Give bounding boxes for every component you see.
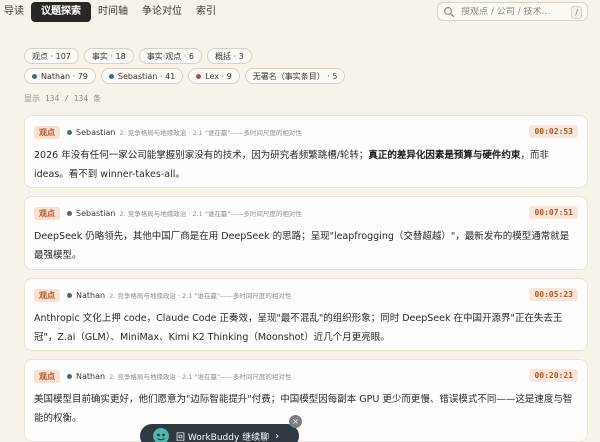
back-to-workbuddy-button[interactable]: 回 WorkBuddy 继续聊 › <box>140 424 299 442</box>
author-dot <box>32 73 37 79</box>
author-dot <box>67 292 72 298</box>
author-name[interactable]: Nathan <box>76 291 105 300</box>
chevron-right-icon: › <box>275 430 280 442</box>
topic-path: 2. 竞争格局与地缘政治 · 2.1 "谁在赢"——多时间尺度的相对性 <box>119 210 302 218</box>
claim-card: 观点 Sebastian 2. 竞争格局与地缘政治 · 2.1 "谁在赢"——多… <box>24 115 588 188</box>
timestamp-link[interactable]: 00:20:21 <box>529 369 578 382</box>
claim-card: 观点 Nathan 2. 竞争格局与地缘政治 · 2.1 "谁在赢"——多时间尺… <box>24 359 588 442</box>
type-badge: 观点 <box>34 369 60 383</box>
tab-topic-explore[interactable]: 议题探索 <box>31 2 91 22</box>
timestamp-link[interactable]: 00:02:53 <box>529 125 578 138</box>
filter-chip-sebastian[interactable]: Sebastian · 41 <box>100 68 184 84</box>
search-icon <box>444 6 455 17</box>
topic-path: 2. 竞争格局与地缘政治 · 2.1 "谁在赢"——多时间尺度的相对性 <box>109 373 292 381</box>
search-input[interactable] <box>461 6 561 17</box>
type-badge: 观点 <box>34 288 60 302</box>
author-filter-row: Nathan · 79 Sebastian · 41 Lex · 9 无署名（事… <box>24 68 346 84</box>
filter-chip-fact[interactable]: 事实 · 18 <box>83 48 134 64</box>
author-name[interactable]: Sebastian <box>76 128 115 137</box>
chip-label: Nathan · 79 <box>41 71 88 81</box>
timestamp-link[interactable]: 00:07:51 <box>529 206 578 219</box>
chip-label: Sebastian · 41 <box>117 71 176 81</box>
tab-guide[interactable]: 导读 <box>0 2 31 22</box>
card-header: 观点 Sebastian 2. 竞争格局与地缘政治 · 2.1 "谁在赢"——多… <box>34 206 302 220</box>
filter-chip-lex[interactable]: Lex · 9 <box>188 68 240 84</box>
tab-debate[interactable]: 争论对位 <box>135 2 189 22</box>
timestamp-link[interactable]: 00:05:23 <box>529 288 578 301</box>
claim-card: 观点 Nathan 2. 竞争格局与地缘政治 · 2.1 "谁在赢"——多时间尺… <box>24 278 588 351</box>
author-name[interactable]: Sebastian <box>76 209 115 218</box>
author-dot <box>67 129 72 135</box>
card-text: DeepSeek 仍略领先，其他中国厂商是在用 DeepSeek 的思路；呈现"… <box>34 231 570 261</box>
result-count: 显示 134 / 134 条 <box>24 94 101 103</box>
type-filter-row: 观点 · 107 事实 · 18 事实·观点 · 6 概括 · 3 <box>24 48 252 64</box>
topic-path: 2. 竞争格局与地缘政治 · 2.1 "谁在赢"——多时间尺度的相对性 <box>109 292 292 300</box>
search-box[interactable]: / <box>437 2 588 21</box>
card-text: Anthropic 文化上押 code，Claude Code 正奏效，呈现"最… <box>34 313 563 343</box>
tab-index[interactable]: 索引 <box>189 2 223 22</box>
filter-chip-summary[interactable]: 概括 · 3 <box>206 48 252 64</box>
filter-chip-opinion[interactable]: 观点 · 107 <box>24 48 79 64</box>
filter-chip-unsigned[interactable]: 无署名（事实条目） · 5 <box>244 68 346 84</box>
filter-chip-fact-opinion[interactable]: 事实·观点 · 6 <box>138 48 202 64</box>
highlight-text: 真正的差异化因素是预算与硬件约束 <box>368 150 521 161</box>
close-icon[interactable]: × <box>289 415 302 428</box>
chip-label: Lex · 9 <box>205 71 232 81</box>
type-badge: 观点 <box>34 125 60 139</box>
card-text: 2026 年没有任何一家公司能掌握别家没有的技术，因为研究者频繁跳槽/轮转；真正… <box>34 150 549 180</box>
author-dot <box>67 210 72 216</box>
claim-card: 观点 Sebastian 2. 竞争格局与地缘政治 · 2.1 "谁在赢"——多… <box>24 196 588 270</box>
card-header: 观点 Sebastian 2. 竞争格局与地缘政治 · 2.1 "谁在赢"——多… <box>34 125 302 139</box>
author-dot <box>196 73 202 79</box>
search-shortcut-key: / <box>571 6 582 19</box>
topic-path: 2. 竞争格局与地缘政治 · 2.1 "谁在赢"——多时间尺度的相对性 <box>119 129 302 137</box>
type-badge: 观点 <box>34 206 60 220</box>
tab-timeline[interactable]: 时间轴 <box>91 2 135 22</box>
author-dot <box>67 373 72 379</box>
card-header: 观点 Nathan 2. 竞争格局与地缘政治 · 2.1 "谁在赢"——多时间尺… <box>34 288 291 302</box>
filter-chip-nathan[interactable]: Nathan · 79 <box>24 68 96 84</box>
card-text: 美国模型目前确实更好，他们愿意为"边际智能提升"付费；中国模型因每副本 GPU … <box>34 394 573 424</box>
card-header: 观点 Nathan 2. 竞争格局与地缘政治 · 2.1 "谁在赢"——多时间尺… <box>34 369 291 383</box>
author-name[interactable]: Nathan <box>76 372 105 381</box>
chip-label: 无署名（事实条目） · 5 <box>252 71 338 81</box>
workbuddy-logo-icon <box>153 428 169 442</box>
float-button-label: 回 WorkBuddy 继续聊 <box>176 432 270 442</box>
author-dot <box>108 73 114 79</box>
